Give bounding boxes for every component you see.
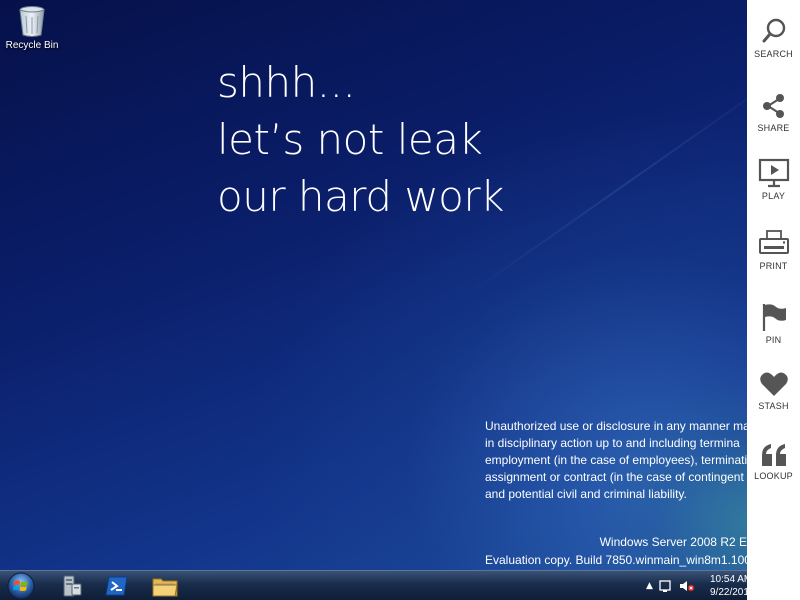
pin-flag-icon	[762, 304, 786, 331]
start-button[interactable]	[4, 571, 38, 600]
taskbar: ▲ 10:54 AM 9/22/2010	[0, 570, 800, 600]
charm-share[interactable]: SHARE	[747, 92, 800, 154]
play-icon	[758, 158, 789, 188]
disclaimer-line: in disciplinary action up to and includi…	[485, 436, 740, 450]
disclaimer-line: and potential civil and criminal liabili…	[485, 487, 687, 501]
os-watermark-line-1: Windows Server 2008 R2 E	[599, 535, 747, 549]
quote-icon	[761, 444, 786, 466]
charm-label: PRINT	[759, 261, 788, 271]
powershell-icon	[105, 576, 128, 596]
disclaimer-line: Unauthorized use or disclosure in any ma…	[485, 419, 747, 433]
recycle-bin-icon	[19, 6, 45, 37]
charms-bar: SEARCH SHARE PLAY PRINT PIN STASH LOOKUP	[747, 0, 800, 600]
disclaimer-line: assignment or contract (in the case of c…	[485, 470, 744, 484]
charm-label: PIN	[765, 335, 782, 345]
charm-label: PLAY	[761, 191, 786, 201]
recycle-bin-label: Recycle Bin	[5, 40, 59, 51]
charm-label: STASH	[758, 401, 789, 411]
recycle-bin-shortcut[interactable]: Recycle Bin	[4, 4, 60, 60]
charm-stash[interactable]: STASH	[747, 370, 800, 432]
charm-play[interactable]: PLAY	[747, 158, 800, 220]
server-manager-button[interactable]	[52, 572, 90, 600]
server-manager-icon	[63, 575, 82, 597]
show-hidden-icons-button[interactable]: ▲	[646, 581, 653, 591]
heart-icon	[759, 372, 788, 396]
clock-time: 10:54 AM	[710, 574, 748, 585]
search-icon	[762, 18, 785, 43]
slogan-text: shhh... let’s not leak our hard work	[217, 54, 504, 225]
action-center-icon[interactable]	[659, 579, 673, 593]
charm-lookup[interactable]: LOOKUP	[747, 442, 800, 504]
system-tray: ▲	[646, 574, 695, 598]
charm-label: LOOKUP	[754, 471, 793, 481]
disclaimer-text: Unauthorized use or disclosure in any ma…	[485, 418, 747, 503]
slogan-line-1: shhh...	[217, 58, 356, 107]
file-explorer-button[interactable]	[146, 572, 184, 600]
desktop: Recycle Bin shhh... let’s not leak our h…	[0, 0, 800, 570]
print-icon	[758, 230, 789, 254]
clock-date: 9/22/2010	[710, 587, 748, 598]
charm-print[interactable]: PRINT	[747, 230, 800, 292]
charm-label: SHARE	[757, 123, 790, 133]
charm-search[interactable]: SEARCH	[747, 16, 800, 78]
disclaimer-line: employment (in the case of employees), t…	[485, 453, 747, 467]
volume-muted-icon[interactable]	[679, 579, 695, 593]
windows-start-icon	[7, 572, 35, 600]
powershell-button[interactable]	[98, 572, 136, 600]
file-explorer-icon	[152, 578, 178, 597]
charm-pin[interactable]: PIN	[747, 302, 800, 364]
os-watermark-line-2: Evaluation copy. Build 7850.winmain_win8…	[485, 553, 747, 567]
slogan-line-3: our hard work	[217, 172, 504, 221]
charm-label: SEARCH	[754, 49, 793, 59]
system-clock[interactable]: 10:54 AM 9/22/2010	[710, 573, 748, 599]
share-icon	[762, 94, 784, 118]
slogan-line-2: let’s not leak	[217, 115, 483, 164]
